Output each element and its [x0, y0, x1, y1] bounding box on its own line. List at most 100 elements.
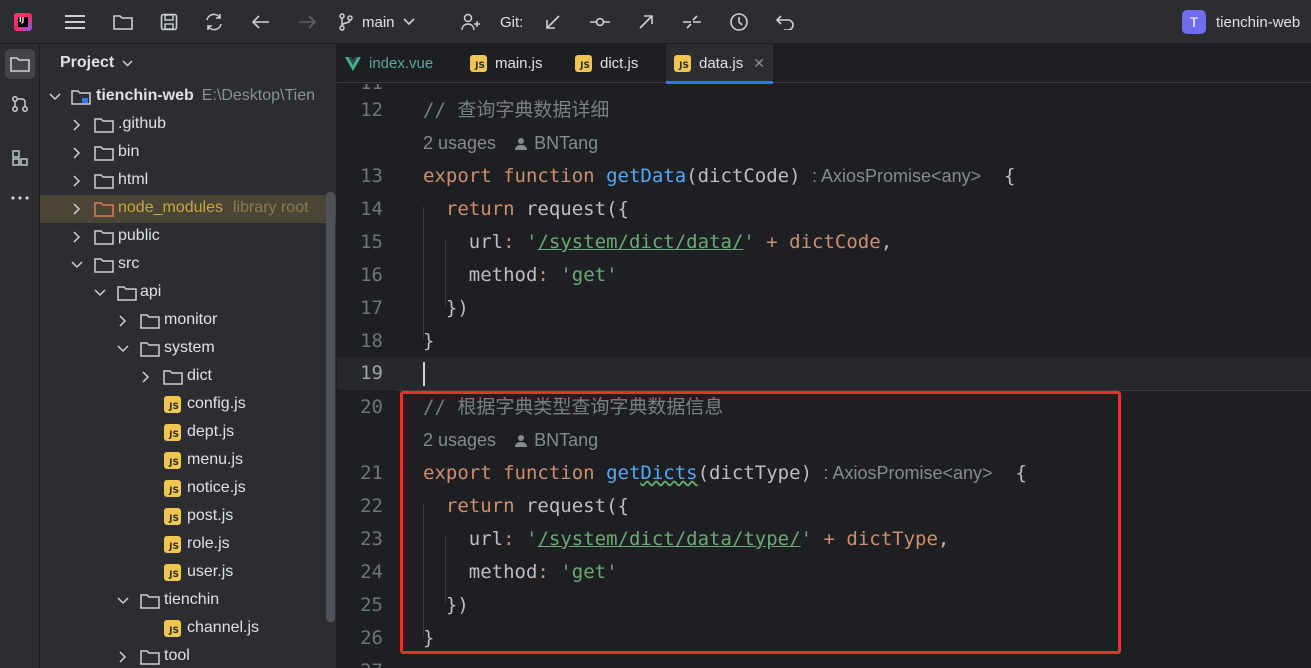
- tree-item-node-modules[interactable]: node_modules library root: [40, 195, 336, 223]
- back-arrow-icon[interactable]: [246, 0, 276, 44]
- type-inlay-hint: : AxiosPromise<any>: [812, 166, 982, 186]
- tab-dict-js[interactable]: JS dict.js: [567, 44, 646, 83]
- code-line-return: return request({: [445, 198, 629, 220]
- tree-item-label: public: [118, 227, 160, 244]
- tab-label: index.vue: [369, 55, 434, 72]
- tree-item-html[interactable]: html: [40, 167, 336, 195]
- tree-item-public[interactable]: public: [40, 223, 336, 251]
- code-line-close-fn: }: [423, 330, 435, 352]
- tree-item-label: bin: [118, 143, 140, 160]
- tree-item-role-js[interactable]: JS role.js: [40, 531, 336, 559]
- project-widget[interactable]: T tienchin-web: [1182, 0, 1300, 44]
- chevron-right-icon: [73, 175, 81, 187]
- vcs-branch-widget[interactable]: main: [338, 0, 415, 44]
- tab-label: main.js: [495, 55, 543, 72]
- tree-item-channel-js[interactable]: JS channel.js: [40, 615, 336, 643]
- javascript-file-icon: JS: [164, 564, 181, 581]
- line-number: 25: [360, 594, 383, 616]
- tree-item-post-js[interactable]: JS post.js: [40, 503, 336, 531]
- tree-item-label: tool: [164, 647, 190, 664]
- folder-icon: [94, 174, 114, 189]
- project-tree-scrollbar[interactable]: [326, 192, 335, 622]
- tab-label: dict.js: [600, 55, 639, 72]
- tab-data-js[interactable]: JS data.js ✕: [666, 44, 773, 84]
- vue-file-icon: [345, 56, 361, 71]
- javascript-file-icon: JS: [164, 396, 181, 413]
- branch-icon: [339, 13, 353, 31]
- tree-item-tool[interactable]: tool: [40, 643, 336, 668]
- tree-root[interactable]: tienchin-web E:\Desktop\Tien: [40, 83, 336, 111]
- rollback-icon[interactable]: [770, 0, 800, 44]
- tree-item-dict[interactable]: dict: [40, 363, 336, 391]
- javascript-file-icon: JS: [575, 55, 592, 72]
- synchronize-icon[interactable]: [199, 0, 229, 44]
- tree-item-config-js[interactable]: JS config.js: [40, 391, 336, 419]
- tree-root-path: E:\Desktop\Tien: [201, 87, 316, 104]
- tree-item-label: src: [118, 255, 140, 272]
- code-editor[interactable]: 11 12 13 14 15 16 17 18 19 20 21 22 23 2…: [337, 84, 1311, 668]
- line-number: 15: [360, 231, 383, 253]
- folder-icon: [94, 258, 114, 273]
- main-menu-icon[interactable]: [60, 0, 90, 44]
- save-icon[interactable]: [154, 0, 184, 44]
- add-user-icon[interactable]: [456, 0, 486, 44]
- git-commit-icon[interactable]: [585, 0, 615, 44]
- tree-item-tienchin[interactable]: tienchin: [40, 587, 336, 615]
- close-icon[interactable]: ✕: [753, 55, 765, 72]
- git-label: Git:: [500, 13, 524, 31]
- tree-item-label: node_modules: [118, 199, 223, 216]
- line-number: 18: [360, 330, 383, 352]
- line-number: 24: [360, 561, 383, 583]
- history-clock-icon[interactable]: [724, 0, 754, 44]
- javascript-file-icon: JS: [164, 480, 181, 497]
- forward-arrow-icon[interactable]: [292, 0, 322, 44]
- project-tool-folder-icon[interactable]: [5, 49, 35, 79]
- tree-item-label: .github: [118, 115, 167, 132]
- folder-icon: [140, 342, 160, 357]
- chevron-right-icon: [142, 371, 150, 383]
- line-number: 12: [360, 99, 383, 121]
- commit-tool-icon[interactable]: [5, 89, 35, 119]
- usages-hint[interactable]: 2 usages BNTang: [423, 424, 598, 457]
- git-merge-icon[interactable]: [677, 0, 707, 44]
- tree-item-menu-js[interactable]: JS menu.js: [40, 447, 336, 475]
- line-number: 17: [360, 297, 383, 319]
- tree-item-monitor[interactable]: monitor: [40, 307, 336, 335]
- tree-item-dept-js[interactable]: JS dept.js: [40, 419, 336, 447]
- tree-item-notice-js[interactable]: JS notice.js: [40, 475, 336, 503]
- editor-tab-bar: index.vue JS main.js JS dict.js JS data.…: [337, 44, 1311, 84]
- line-number: 20: [360, 396, 383, 418]
- project-panel-title: Project: [60, 54, 115, 71]
- javascript-file-icon: JS: [674, 55, 691, 72]
- folder-icon: [140, 314, 160, 329]
- tree-item-system[interactable]: system: [40, 335, 336, 363]
- more-tools-icon[interactable]: [5, 183, 35, 213]
- chevron-down-icon: [71, 261, 83, 269]
- chevron-down-icon: [49, 93, 61, 101]
- open-folder-icon[interactable]: [108, 0, 138, 44]
- tree-item-github[interactable]: .github: [40, 111, 336, 139]
- git-update-icon[interactable]: [539, 0, 567, 44]
- javascript-file-icon: JS: [164, 508, 181, 525]
- tree-item-api[interactable]: api: [40, 279, 336, 307]
- tree-item-user-js[interactable]: JS user.js: [40, 559, 336, 587]
- tree-item-label: tienchin: [164, 591, 220, 608]
- line-number: 26: [360, 627, 383, 649]
- git-push-icon[interactable]: [632, 0, 660, 44]
- usages-hint[interactable]: 2 usages BNTang: [423, 127, 598, 160]
- app-logo-icon[interactable]: IJ: [6, 0, 40, 44]
- tree-item-bin[interactable]: bin: [40, 139, 336, 167]
- tab-index-vue[interactable]: index.vue: [337, 44, 441, 83]
- javascript-file-icon: JS: [470, 55, 487, 72]
- library-root-tag: library root: [232, 199, 309, 216]
- tree-item-src[interactable]: src: [40, 251, 336, 279]
- usages-count: 2 usages: [423, 430, 497, 450]
- tree-item-label: notice.js: [187, 479, 246, 496]
- tab-main-js[interactable]: JS main.js: [462, 44, 551, 83]
- code-line-url: url: '/system/dict/data/' + dictCode,: [468, 231, 893, 253]
- folder-icon: [140, 650, 160, 665]
- tree-item-label: channel.js: [187, 619, 260, 636]
- folder-icon: [94, 118, 114, 133]
- project-panel-header[interactable]: Project: [60, 52, 133, 74]
- structure-tool-icon[interactable]: [5, 143, 35, 173]
